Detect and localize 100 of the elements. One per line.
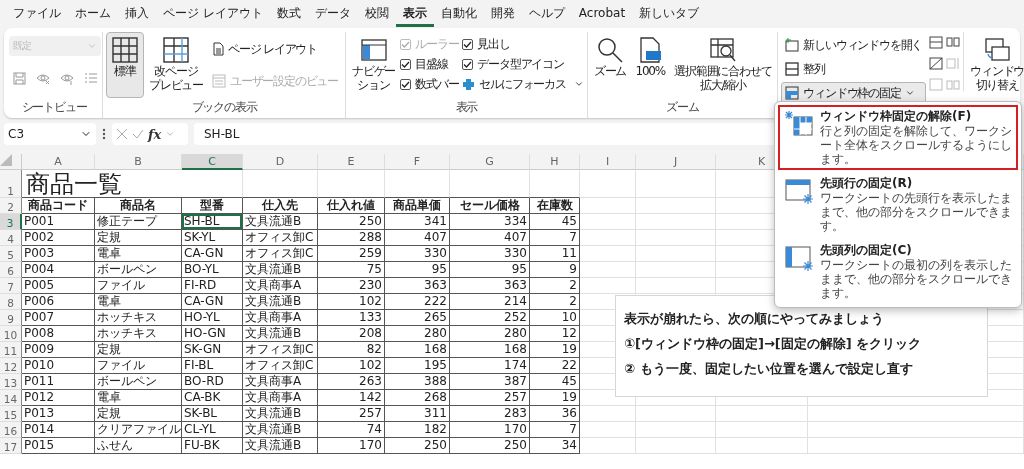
table-cell: 334 [450,214,530,230]
table-cell: 168 [385,342,450,358]
unhide-icon [929,78,944,91]
table-cell: 182 [385,422,450,438]
column-header[interactable]: F [385,154,450,170]
view-button[interactable]: 標準 [106,32,144,98]
switch-window-button[interactable]: ウィンドウ 切り替え [967,32,1024,98]
table-cell: ふせん [95,438,182,454]
row-header[interactable]: 14 [0,390,22,406]
row-header[interactable]: 6 [0,262,22,278]
table-cell: 363 [385,278,450,294]
checkbox[interactable]: 見出し [462,34,584,54]
menu-tab[interactable]: 新しいタブ [632,1,707,27]
column-header[interactable]: I [580,154,636,170]
name-box[interactable]: C3 [4,123,96,145]
table-cell: 250 [450,438,530,454]
table-cell: 174 [450,358,530,374]
table-cell: 10 [530,310,580,326]
table-cell: P014 [22,422,95,438]
table-cell: P005 [22,278,95,294]
row-header[interactable]: 3 [0,214,22,230]
menu-tab[interactable]: ホーム [68,1,118,27]
window-button[interactable]: ウィンドウ枠の固定 [781,82,927,104]
insert-function-button[interactable]: fx [148,126,162,142]
row-header[interactable]: 15 [0,406,22,422]
zoom-selection-icon [708,36,737,64]
window-button[interactable]: 整列 [781,58,927,80]
table-cell: 265 [385,310,450,326]
unfreeze-icon [784,109,814,139]
row-header[interactable]: 8 [0,294,22,310]
table-cell: オフィス卸C [243,358,318,374]
table-cell: 102 [318,294,385,310]
table-cell: 133 [318,310,385,326]
grid-icon [111,36,139,64]
row-header[interactable]: 4 [0,230,22,246]
reset-position-icon [946,78,961,91]
table-cell: 95 [385,262,450,278]
row-header[interactable]: 13 [0,374,22,390]
table-cell: 257 [318,406,385,422]
table-cell: 230 [318,278,385,294]
row-header[interactable]: 9 [0,310,22,326]
table-cell: 定規 [95,342,182,358]
column-header[interactable]: A [22,154,95,170]
menu-tab[interactable]: 開発 [483,1,522,27]
zoom-button[interactable]: 選択範囲に合わせて 拡大/縮小 [671,32,775,98]
table-cell: 9 [530,262,580,278]
menu-tab[interactable]: ページ レイアウト [156,1,270,27]
menu-tab[interactable]: ファイル [6,1,68,27]
row-header[interactable]: 16 [0,422,22,438]
column-header[interactable]: J [636,154,716,170]
column-header[interactable]: D [243,154,318,170]
table-cell: CL-YL [182,422,243,438]
column-header[interactable]: B [95,154,182,170]
table-cell: 330 [385,246,450,262]
row-header[interactable]: 17 [0,438,22,454]
table-cell: P006 [22,294,95,310]
zoom-button[interactable]: ズーム [590,32,630,98]
menu-tab[interactable]: 挿入 [118,1,156,27]
table-cell: FI-RD [182,278,243,294]
column-header[interactable]: C [182,154,243,170]
view-button[interactable]: ページ レイアウト [208,38,343,60]
navigation-button[interactable]: ナビゲー ション [349,32,399,98]
zoom-button[interactable]: 100% [631,32,670,98]
table-cell: BO-YL [182,262,243,278]
cancel-icon [116,128,128,140]
column-header[interactable]: H [530,154,580,170]
checkbox[interactable]: 数式バー [400,74,459,94]
menu-item[interactable]: 先頭列の固定(C) ワークシートの最初の列を表示したままで、他の部分をスクロールできます。 [778,239,1018,304]
row-header[interactable]: 5 [0,246,22,262]
empty-cell [580,230,636,246]
table-cell: 252 [450,310,530,326]
menu-tab[interactable]: 校閲 [357,1,396,27]
checkbox[interactable]: 目盛線 [400,54,459,74]
menu-tab[interactable]: 自動化 [433,1,484,27]
column-header[interactable]: E [318,154,385,170]
column-heading: 商品単価 [385,198,450,214]
focus-cell-button[interactable]: セルにフォーカス [462,74,584,94]
menu-tab[interactable]: ヘルプ [521,1,572,27]
row-header[interactable]: 10 [0,326,22,342]
check-icon [132,128,144,140]
row-header[interactable]: 11 [0,342,22,358]
row-header[interactable]: 12 [0,358,22,374]
row-header[interactable]: 1 [0,170,22,198]
row-header[interactable]: 2 [0,198,22,214]
menu-tab[interactable]: 数式 [269,1,308,27]
view-button[interactable]: 改ページ プレビュー [146,32,206,98]
menu-item[interactable]: ウィンドウ枠固定の解除(F) 行と列の固定を解除して、ワークシート全体をスクロールするようにします。 [778,105,1018,170]
window-button[interactable]: 新しいウィンドウを開く [781,34,927,56]
menu-tab[interactable]: Acrobat [571,1,633,27]
table-cell: 280 [385,326,450,342]
row-header[interactable]: 7 [0,278,22,294]
table-cell: HO-GN [182,326,243,342]
caret-icon[interactable] [573,79,584,89]
table-cell: 214 [450,294,530,310]
empty-cell [318,170,385,198]
menu-item[interactable]: 先頭行の固定(R) ワークシートの先頭行を表示したままで、他の部分をスクロールできます。 [778,172,1018,237]
table-cell: 259 [318,246,385,262]
menu-tab[interactable]: データ [307,1,358,27]
column-header[interactable]: G [450,154,530,170]
checkbox[interactable]: データ型アイコン [462,54,584,74]
